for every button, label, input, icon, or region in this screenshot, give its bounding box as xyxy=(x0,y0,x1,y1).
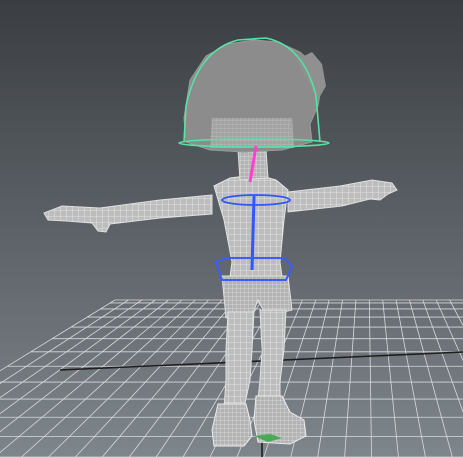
left-foot-mesh[interactable] xyxy=(211,403,253,447)
3d-scene[interactable] xyxy=(0,0,463,457)
maya-viewport[interactable] xyxy=(0,0,463,457)
face-mesh xyxy=(210,118,294,148)
